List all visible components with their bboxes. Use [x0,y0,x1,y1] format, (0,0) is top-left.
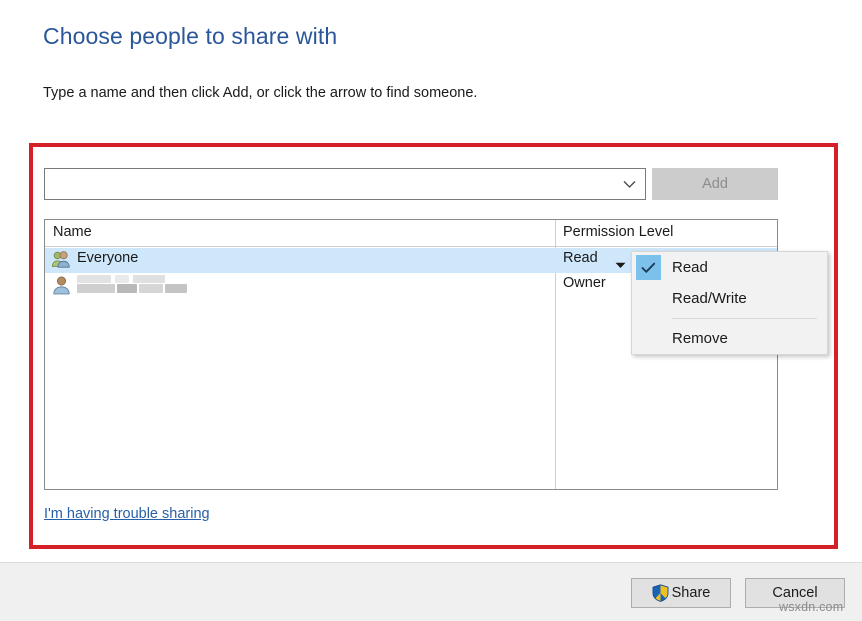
share-button[interactable]: Share [631,578,731,608]
menu-item-read-write[interactable]: Read/Write [632,283,827,314]
chevron-down-icon[interactable] [614,169,645,199]
row-permission-value: Owner [563,275,606,291]
cancel-button-label: Cancel [772,585,818,601]
page-title: Choose people to share with [43,23,338,49]
page-subtitle: Type a name and then click Add, or click… [43,85,478,101]
column-header-name: Name [53,224,92,240]
single-user-icon [51,275,72,296]
check-icon [636,255,661,280]
row-name-redacted [77,275,195,295]
row-permission-value[interactable]: Read [563,250,598,266]
menu-separator [672,318,817,319]
menu-item-label: Read/Write [672,290,747,307]
permission-level-menu[interactable]: Read Read/Write Remove [631,251,828,355]
menu-item-label: Remove [672,330,728,347]
permission-dropdown-caret-icon[interactable] [615,256,626,274]
menu-item-label: Read [672,259,708,276]
share-button-label: Share [671,585,711,601]
trouble-sharing-link[interactable]: I'm having trouble sharing [44,506,210,522]
add-button[interactable]: Add [652,168,778,200]
uac-shield-icon [652,584,669,602]
menu-item-remove[interactable]: Remove [632,323,827,354]
site-watermark: wsxdn.com [779,600,844,614]
dialog-footer [0,562,862,621]
list-header: Name Permission Level [45,220,777,247]
person-combobox[interactable] [44,168,646,200]
person-name-input[interactable] [45,169,615,199]
group-users-icon [51,250,72,271]
row-name-everyone: Everyone [77,250,139,266]
column-header-permission-level: Permission Level [563,224,674,240]
share-wizard-page: Choose people to share with Type a name … [0,0,862,562]
menu-item-read[interactable]: Read [632,252,827,283]
